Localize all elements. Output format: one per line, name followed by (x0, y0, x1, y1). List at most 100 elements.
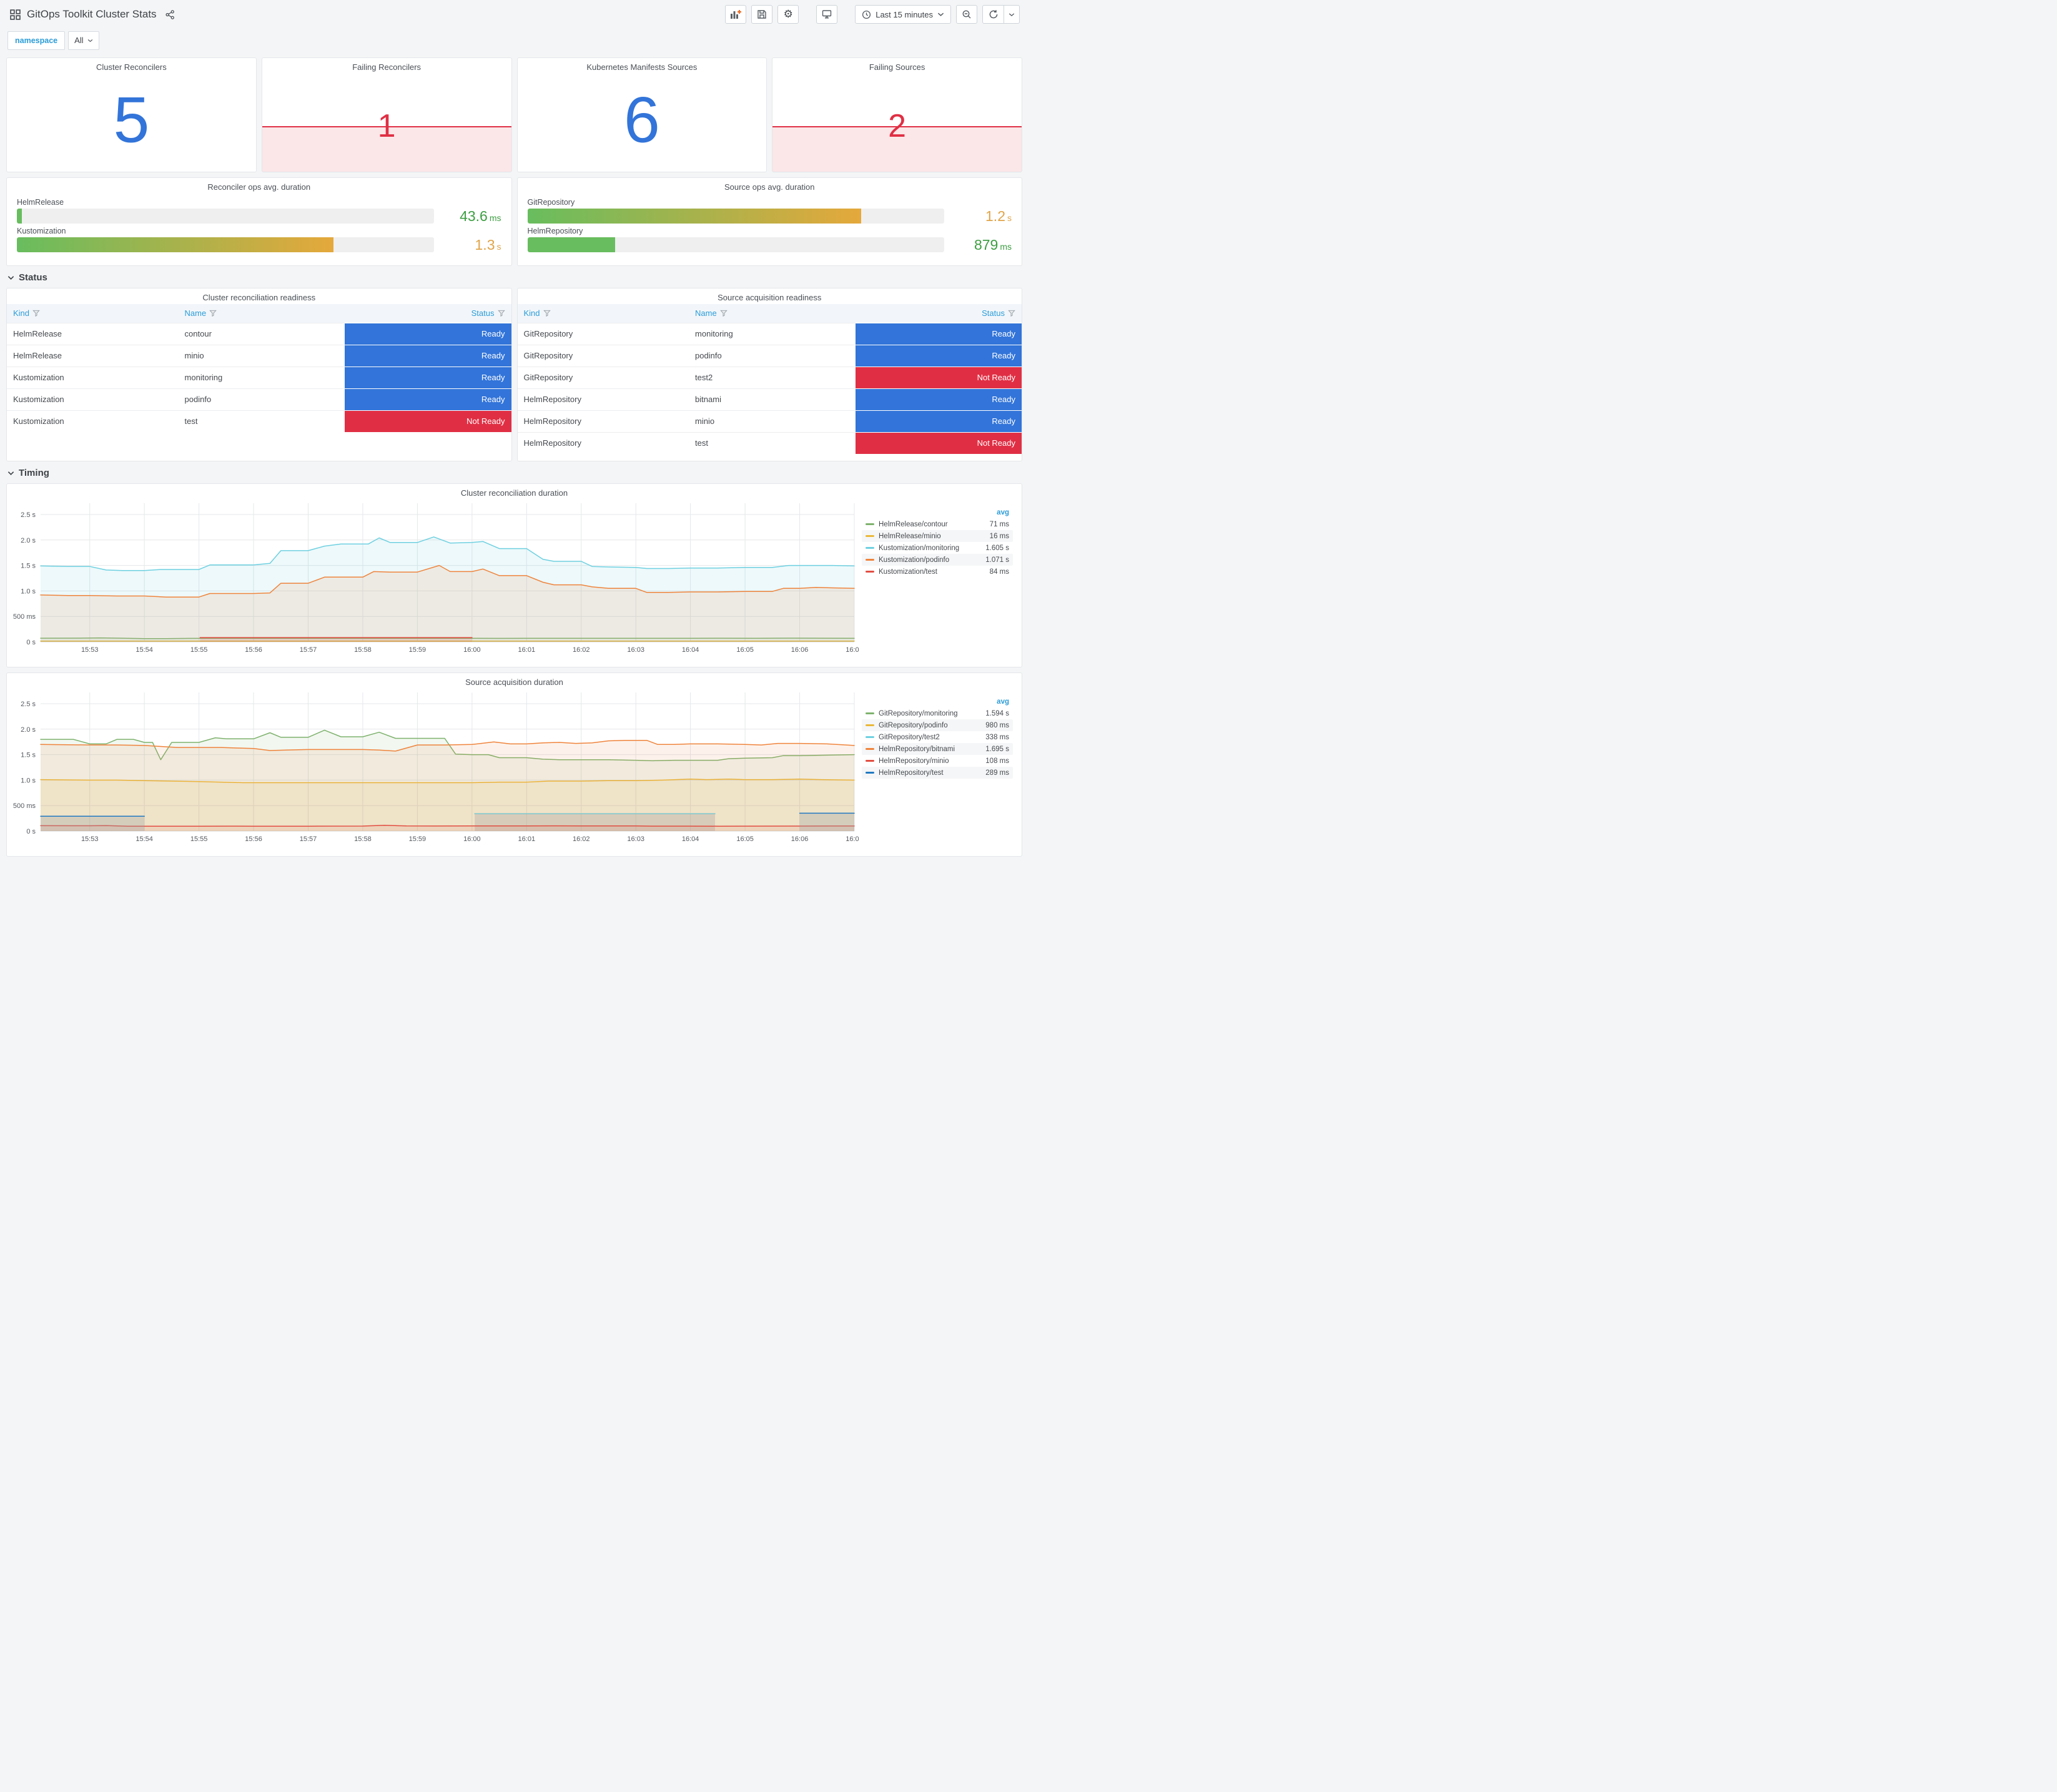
panel-title[interactable]: Source ops avg. duration (518, 178, 1022, 194)
cell-kind: GitRepository (517, 366, 689, 388)
svg-text:15:57: 15:57 (300, 835, 317, 843)
cycle-view-button[interactable] (816, 5, 838, 24)
status-badge: Not Ready (345, 410, 511, 432)
legend-item[interactable]: Kustomization/podinfo 1.071 s (862, 554, 1013, 566)
column-header-kind[interactable]: Kind (7, 304, 179, 323)
legend-avg-header[interactable]: avg (862, 508, 1013, 518)
svg-text:16:00: 16:00 (463, 835, 481, 843)
legend-series-avg: 1.695 s (985, 745, 1009, 753)
legend-series-name: GitRepository/monitoring (879, 709, 958, 717)
column-header-status[interactable]: Status (345, 304, 511, 323)
panel-title[interactable]: Source acquisition duration (7, 673, 1022, 689)
column-header-name[interactable]: Name (178, 304, 345, 323)
panel-title[interactable]: Failing Reconcilers (262, 58, 511, 74)
settings-button[interactable]: ⚙ (777, 5, 799, 24)
legend-item[interactable]: HelmRelease/contour 71 ms (862, 518, 1013, 530)
cell-name: test2 (689, 366, 856, 388)
section-header-timing[interactable]: Timing (7, 468, 1021, 478)
cell-name: minio (178, 344, 345, 367)
legend-series-avg: 1.605 s (985, 544, 1009, 552)
table-panel-source-readiness: Source acquisition readiness Kind Name Sta… (516, 288, 1022, 461)
svg-text:15:54: 15:54 (136, 646, 153, 654)
save-dashboard-button[interactable] (751, 5, 773, 24)
cell-kind: GitRepository (517, 322, 689, 345)
legend-series-name: HelmRelease/minio (879, 532, 941, 540)
legend-item[interactable]: Kustomization/monitoring 1.605 s (862, 542, 1013, 554)
legend-series-avg: 108 ms (985, 757, 1009, 765)
panel-title[interactable]: Cluster Reconcilers (7, 58, 256, 74)
column-header-name[interactable]: Name (689, 304, 856, 323)
status-badge: Not Ready (855, 432, 1022, 454)
cell-status: Ready (345, 388, 511, 410)
chart-canvas[interactable]: 15:53 15:54 15:55 15:56 15:57 15:58 15:59 16:00… (8, 689, 863, 845)
gauge-value: 879 ms (974, 236, 1012, 253)
svg-text:16:05: 16:05 (736, 646, 754, 654)
bar-gauge (17, 209, 434, 224)
svg-text:1.5 s: 1.5 s (21, 752, 36, 759)
cell-kind: HelmRepository (517, 388, 689, 410)
svg-text:16:03: 16:03 (627, 835, 644, 843)
chevron-down-icon (7, 471, 14, 475)
stat-panel-manifest-sources: Kubernetes Manifests Sources 6 (516, 57, 767, 172)
time-range-picker[interactable]: Last 15 minutes (855, 5, 951, 24)
panel-title[interactable]: Cluster reconciliation readiness (7, 288, 511, 304)
column-header-kind[interactable]: Kind (517, 304, 689, 323)
status-badge: Ready (345, 345, 511, 367)
chevron-down-icon (7, 275, 14, 280)
legend-series-color (866, 760, 874, 762)
gauge-row: HelmRelease 43.6 ms (17, 198, 501, 224)
stat-panel-failing-reconcilers: Failing Reconcilers 1 (261, 57, 512, 172)
chart-plot-area[interactable]: 15:53 15:54 15:55 15:56 15:57 15:58 15:59 16:00… (8, 500, 863, 656)
legend-item[interactable]: HelmRepository/minio 108 ms (862, 755, 1013, 767)
legend-item[interactable]: Kustomization/test 84 ms (862, 566, 1013, 578)
chart-plot-area[interactable]: 15:53 15:54 15:55 15:56 15:57 15:58 15:59 16:00… (8, 689, 863, 845)
refresh-interval-dropdown[interactable] (1004, 5, 1020, 24)
legend-item[interactable]: GitRepository/monitoring 1.594 s (862, 707, 1013, 719)
section-header-status[interactable]: Status (7, 272, 1021, 283)
chart-panel-source-acquisition-duration: Source acquisition duration 15:53 15:54 15… (6, 672, 1022, 857)
stats-row: Cluster Reconcilers 5 Failing Reconciler… (6, 57, 1022, 172)
gauge-label: GitRepository (527, 198, 575, 207)
table-row: GitRepository monitoring Ready (517, 322, 1022, 345)
panel-title[interactable]: Failing Sources (772, 58, 1022, 74)
share-icon[interactable] (165, 9, 175, 19)
svg-text:15:58: 15:58 (354, 646, 372, 654)
namespace-variable-value[interactable]: All (68, 31, 99, 50)
cell-name: contour (178, 322, 345, 345)
panel-title[interactable]: Kubernetes Manifests Sources (518, 58, 767, 74)
gauge-panel-reconciler-ops: Reconciler ops avg. duration HelmRelease… (6, 177, 512, 266)
gauge-value: 43.6 ms (460, 207, 501, 224)
svg-text:0 s: 0 s (26, 828, 36, 835)
gauge-panel-source-ops: Source ops avg. duration GitRepository 1… (516, 177, 1022, 266)
status-badge: Ready (855, 388, 1022, 410)
cell-name: podinfo (689, 344, 856, 367)
panel-title[interactable]: Reconciler ops avg. duration (7, 178, 511, 194)
cell-kind: HelmRepository (517, 410, 689, 432)
legend-series-name: HelmRepository/bitnami (879, 745, 955, 753)
add-panel-button[interactable] (725, 5, 747, 24)
svg-text:2.0 s: 2.0 s (21, 726, 36, 734)
legend-series-color (866, 736, 874, 738)
column-header-status[interactable]: Status (855, 304, 1022, 323)
tables-row: Cluster reconciliation readiness Kind Nam… (6, 288, 1022, 461)
refresh-button[interactable] (982, 5, 1004, 24)
panel-title[interactable]: Cluster reconciliation duration (7, 484, 1022, 500)
svg-text:15:54: 15:54 (136, 835, 153, 843)
gauge-value: 1.3 s (475, 236, 501, 253)
svg-text:16:00: 16:00 (463, 646, 481, 654)
legend-item[interactable]: HelmRepository/test 289 ms (862, 767, 1013, 779)
zoom-out-button[interactable] (956, 5, 977, 24)
panel-title[interactable]: Source acquisition readiness (518, 288, 1022, 304)
legend-series-avg: 84 ms (989, 568, 1009, 576)
legend-item[interactable]: GitRepository/test2 338 ms (862, 731, 1013, 743)
legend-avg-header[interactable]: avg (862, 697, 1013, 707)
legend-item[interactable]: HelmRepository/bitnami 1.695 s (862, 743, 1013, 755)
legend-item[interactable]: GitRepository/podinfo 980 ms (862, 719, 1013, 731)
legend-item[interactable]: HelmRelease/minio 16 ms (862, 530, 1013, 542)
dashboard-title: GitOps Toolkit Cluster Stats (27, 8, 157, 20)
legend-series-color (866, 772, 874, 774)
cell-status: Ready (855, 344, 1022, 367)
svg-text:1.0 s: 1.0 s (21, 777, 36, 784)
svg-text:16:06: 16:06 (791, 646, 809, 654)
chart-canvas[interactable]: 15:53 15:54 15:55 15:56 15:57 15:58 15:59 16:00… (8, 500, 863, 656)
